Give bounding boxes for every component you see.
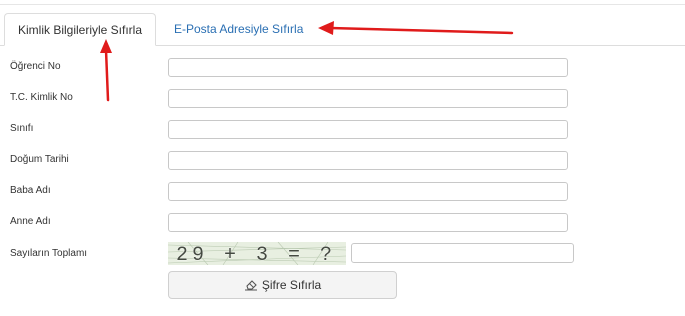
tab-identity-reset-label: Kimlik Bilgileriyle Sıfırla [17, 23, 143, 37]
arrow-to-identity-tab [100, 39, 112, 102]
father-name-input[interactable] [168, 182, 568, 201]
reset-password-button-label: Şifre Sıfırla [261, 278, 322, 292]
mother-name-input[interactable] [168, 213, 568, 232]
birth-date-input[interactable] [168, 151, 568, 170]
student-no-input[interactable] [168, 58, 568, 77]
captcha-label: Sayıların Toplamı [10, 248, 88, 259]
captcha-text: 29 + 3 = ? [176, 244, 336, 265]
eraser-icon [244, 279, 258, 291]
tab-email-reset-label: E-Posta Adresiyle Sıfırla [174, 22, 304, 36]
top-divider [0, 0, 685, 5]
class-input[interactable] [168, 120, 568, 139]
tc-id-label: T.C. Kimlik No [10, 92, 73, 103]
captcha-graphic: 29 + 3 = ? [168, 242, 346, 265]
father-name-label: Baba Adı [10, 185, 51, 196]
captcha-answer-input[interactable] [351, 243, 574, 263]
reset-password-button[interactable]: Şifre Sıfırla [168, 271, 397, 299]
reset-password-page: Kimlik Bilgileriyle Sıfırla E-Posta Adre… [0, 0, 685, 316]
class-label: Sınıfı [10, 123, 34, 134]
captcha-image: 29 + 3 = ? [168, 242, 346, 265]
birth-date-label: Doğum Tarihi [10, 154, 69, 165]
tab-email-reset[interactable]: E-Posta Adresiyle Sıfırla [162, 13, 315, 46]
arrow-to-email-tab [318, 21, 514, 35]
tc-id-input[interactable] [168, 89, 568, 108]
mother-name-label: Anne Adı [10, 216, 51, 227]
tab-identity-reset[interactable]: Kimlik Bilgileriyle Sıfırla [4, 13, 156, 46]
student-no-label: Öğrenci No [10, 61, 61, 72]
